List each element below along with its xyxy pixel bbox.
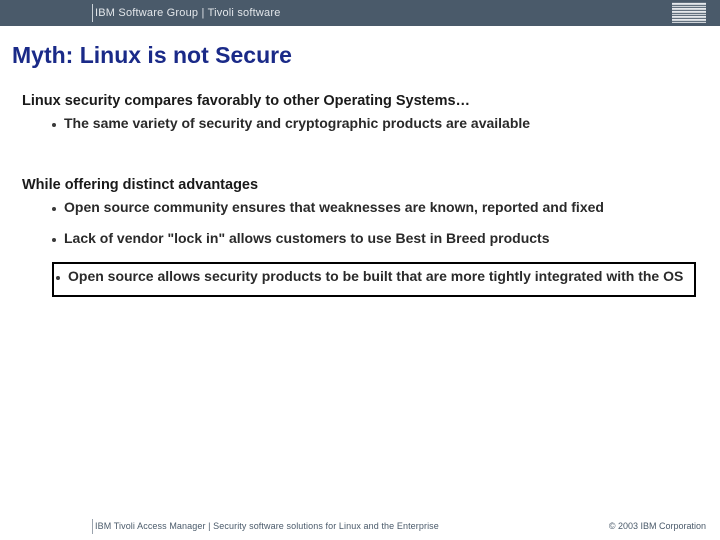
- slide-header: IBM Software Group | Tivoli software: [0, 0, 720, 26]
- bullet-item: Open source community ensures that weakn…: [22, 199, 698, 217]
- highlight-box: Open source allows security products to …: [52, 262, 696, 298]
- footer-divider: [92, 519, 93, 534]
- bullet-dot-icon: [56, 276, 60, 280]
- bullet-dot-icon: [52, 238, 56, 242]
- header-text: IBM Software Group | Tivoli software: [95, 7, 281, 19]
- bullet-item: The same variety of security and cryptog…: [22, 115, 698, 133]
- bullet-dot-icon: [52, 207, 56, 211]
- bullet-item: Lack of vendor "lock in" allows customer…: [22, 230, 698, 248]
- header-divider: [92, 4, 93, 22]
- highlight-text: Open source allows security products to …: [68, 268, 689, 286]
- footer-left-text: IBM Tivoli Access Manager | Security sof…: [95, 521, 439, 531]
- bullet-dot-icon: [52, 123, 56, 127]
- slide-body: Linux security compares favorably to oth…: [0, 69, 720, 297]
- footer-copyright: © 2003 IBM Corporation: [609, 521, 706, 531]
- section-heading-2: While offering distinct advantages: [22, 177, 698, 193]
- section-heading-1: Linux security compares favorably to oth…: [22, 93, 698, 109]
- slide-footer: IBM Tivoli Access Manager | Security sof…: [0, 516, 720, 540]
- bullet-text: The same variety of security and cryptog…: [64, 115, 530, 133]
- ibm-logo-icon: [672, 3, 706, 23]
- bullet-text: Lack of vendor "lock in" allows customer…: [64, 230, 550, 248]
- slide-title: Myth: Linux is not Secure: [0, 26, 720, 69]
- bullet-text: Open source community ensures that weakn…: [64, 199, 604, 217]
